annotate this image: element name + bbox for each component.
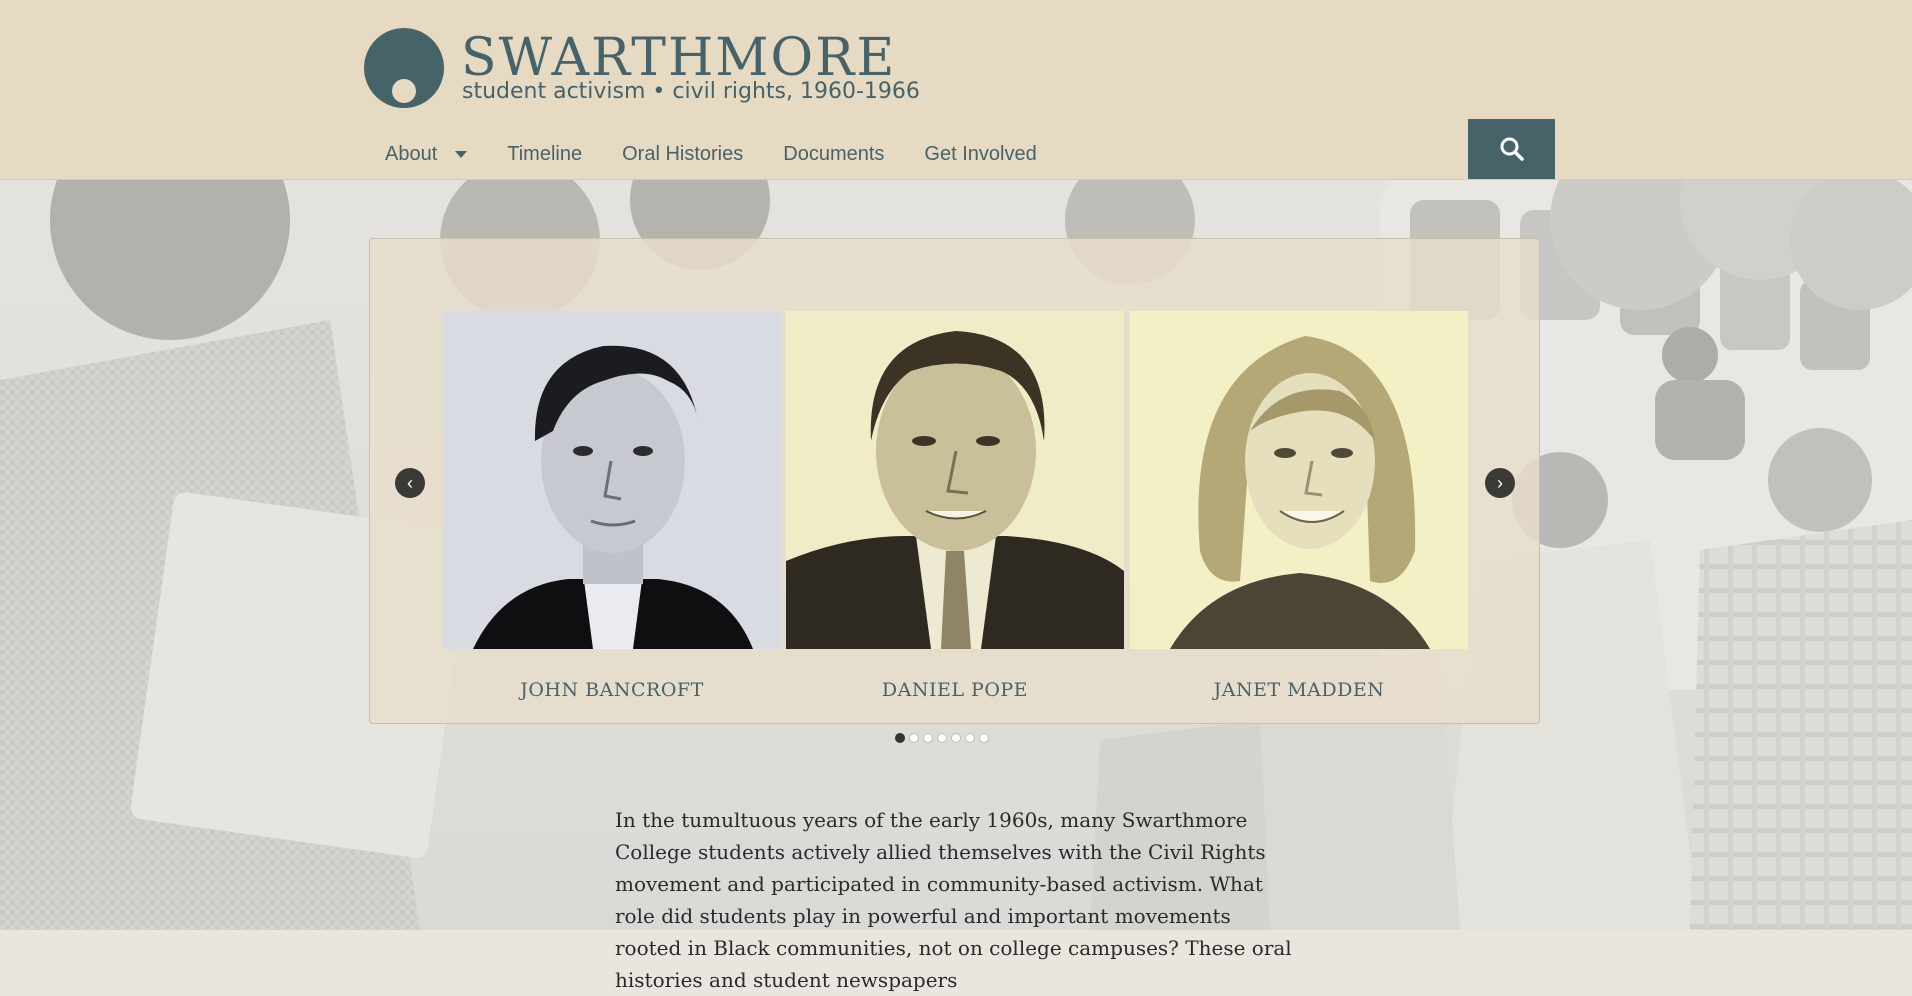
carousel-dot[interactable]	[965, 733, 975, 743]
brand-tagline: student activism • civil rights, 1960-19…	[462, 79, 920, 104]
profile-carousel: JOHN BANCROFT DANIEL POPE JANET MADDEN ‹…	[369, 238, 1540, 724]
search-icon	[1500, 137, 1524, 161]
nav-item-oral-histories[interactable]: Oral Histories	[602, 143, 763, 166]
slide-caption: JANET MADDEN	[1213, 679, 1385, 701]
nav-item-documents[interactable]: Documents	[763, 143, 904, 166]
carousel-next-button[interactable]: ›	[1485, 468, 1515, 498]
carousel-dot[interactable]	[951, 733, 961, 743]
intro-paragraph: In the tumultuous years of the early 196…	[615, 808, 1292, 992]
caret-down-icon[interactable]	[455, 150, 468, 158]
carousel-pagination	[895, 733, 989, 743]
nav-item-timeline-label: Timeline	[507, 142, 583, 165]
logo-mark-icon	[364, 28, 444, 108]
carousel-slide[interactable]	[786, 311, 1124, 649]
chevron-left-icon: ‹	[407, 473, 413, 493]
nav-item-oral-histories-label: Oral Histories	[622, 142, 744, 165]
chevron-right-icon: ›	[1497, 473, 1503, 493]
carousel-dot[interactable]	[937, 733, 947, 743]
nav-item-about[interactable]: About	[365, 143, 487, 166]
slide-caption: DANIEL POPE	[881, 679, 1029, 701]
portrait-photo	[786, 311, 1124, 649]
nav-item-about-label: About	[385, 142, 438, 165]
carousel-dot[interactable]	[923, 733, 933, 743]
site-logo[interactable]: SWARTHMORE student activism • civil righ…	[364, 28, 920, 112]
main-nav: About Timeline Oral Histories Documents …	[365, 136, 1057, 172]
carousel-slide[interactable]	[1130, 311, 1468, 649]
search-button[interactable]	[1468, 119, 1555, 179]
carousel-dot[interactable]	[895, 733, 905, 743]
nav-item-documents-label: Documents	[783, 142, 885, 165]
carousel-dot[interactable]	[979, 733, 989, 743]
portrait-photo	[1130, 311, 1468, 649]
nav-item-timeline[interactable]: Timeline	[487, 143, 602, 166]
carousel-dot[interactable]	[909, 733, 919, 743]
nav-item-get-involved-label: Get Involved	[924, 142, 1037, 165]
carousel-slide[interactable]	[443, 311, 781, 649]
brand-name: SWARTHMORE	[461, 28, 897, 88]
site-header: SWARTHMORE student activism • civil righ…	[0, 0, 1912, 180]
slide-caption: JOHN BANCROFT	[520, 679, 704, 701]
portrait-photo	[443, 311, 781, 649]
carousel-prev-button[interactable]: ‹	[395, 468, 425, 498]
nav-item-get-involved[interactable]: Get Involved	[904, 143, 1056, 166]
